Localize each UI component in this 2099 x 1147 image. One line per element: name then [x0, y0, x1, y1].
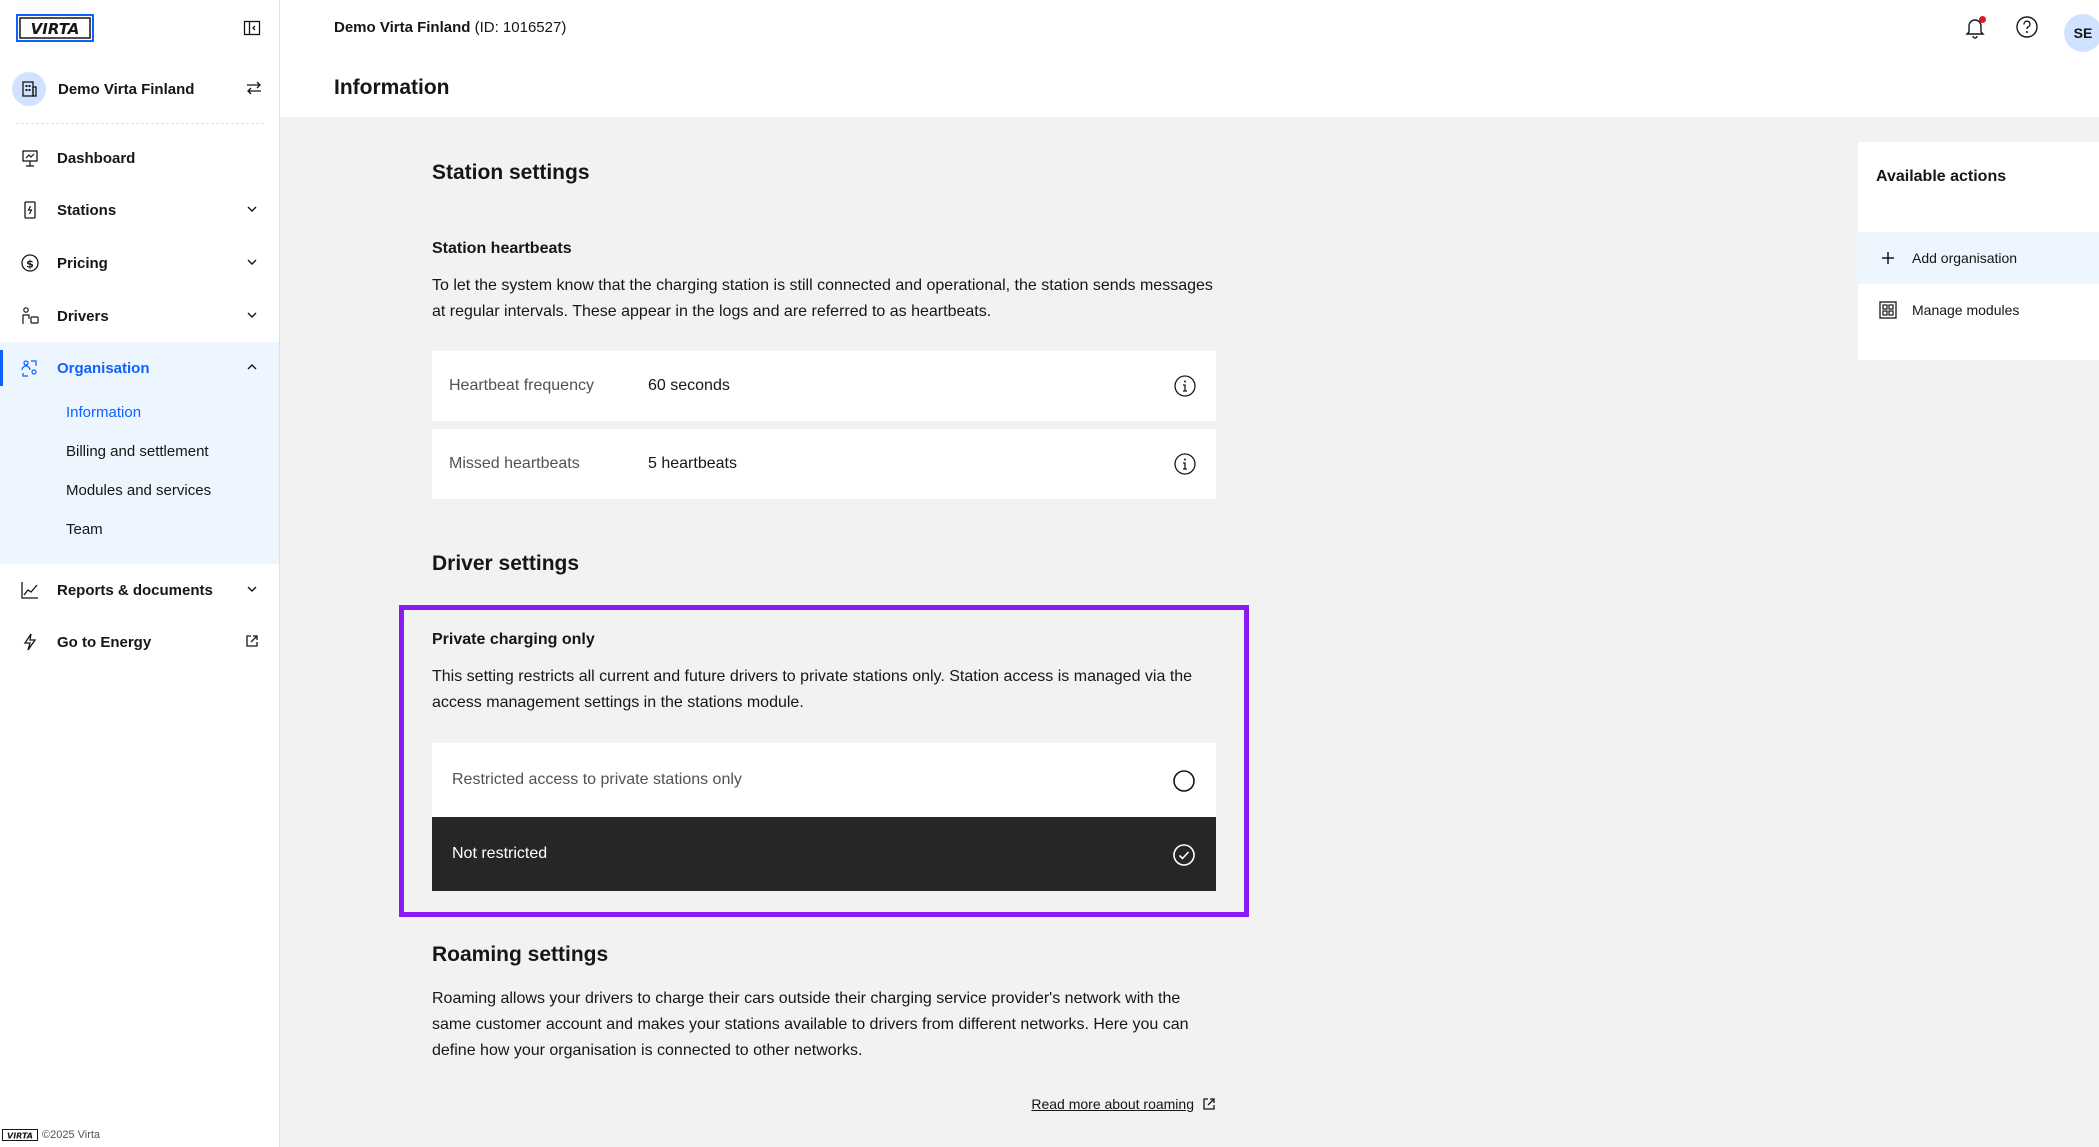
sidebar-subitem-information[interactable]: Information	[66, 404, 141, 421]
sidebar-item-go-to-energy[interactable]: Go to Energy	[0, 616, 279, 668]
sidebar-item-drivers[interactable]: Drivers	[0, 290, 279, 342]
sidebar-item-label: Reports & documents	[57, 581, 213, 599]
sidebar-item-label: Drivers	[57, 307, 109, 325]
info-icon[interactable]	[1174, 375, 1196, 397]
sidebar-item-label: Dashboard	[57, 149, 136, 167]
available-actions-title: Available actions	[1876, 168, 2007, 185]
driver-settings-title: Driver settings	[432, 552, 580, 575]
copyright-text: ©2025 Virta	[42, 1129, 101, 1141]
sidebar-item-dashboard[interactable]: Dashboard	[0, 132, 279, 184]
external-link-icon	[245, 634, 259, 648]
sidebar-item-organisation[interactable]: Organisation	[0, 342, 279, 394]
link-label: Read more about roaming	[1031, 1096, 1194, 1112]
external-link-icon	[1202, 1097, 1216, 1111]
highlight-box	[399, 605, 1249, 917]
header-org-label: Demo Virta Finland (ID: 1016527)	[334, 19, 566, 36]
virta-footer-logo: VIRTA	[2, 1129, 38, 1141]
roaming-description: Roaming allows your drivers to charge th…	[432, 990, 1189, 1059]
user-avatar[interactable]: SE	[2064, 14, 2099, 52]
lightning-icon	[20, 632, 40, 652]
available-actions-panel: Available actions Add organisation Manag…	[1858, 142, 2099, 360]
action-label: Add organisation	[1912, 250, 2018, 266]
chevron-down-icon	[245, 308, 259, 322]
station-heartbeats-title: Station heartbeats	[432, 240, 572, 257]
organisation-section: Organisation Information Billing and set…	[0, 342, 279, 564]
footer-copyright: VIRTA ©2025 Virta	[2, 1129, 100, 1141]
chevron-down-icon	[245, 582, 259, 596]
drivers-icon	[20, 306, 40, 326]
building-icon	[12, 72, 46, 106]
header-org-name: Demo Virta Finland	[334, 19, 471, 36]
chart-icon	[20, 580, 40, 600]
svg-text:VIRTA: VIRTA	[31, 20, 80, 38]
sidebar-item-label: Pricing	[57, 254, 108, 272]
read-more-roaming-link[interactable]: Read more about roaming	[1031, 1096, 1216, 1112]
chevron-down-icon	[245, 255, 259, 269]
sidebar-item-label: Go to Energy	[57, 633, 152, 651]
organisation-icon	[20, 358, 40, 378]
setting-label: Missed heartbeats	[449, 455, 580, 472]
sidebar-subitem-team[interactable]: Team	[66, 521, 103, 538]
sidebar-subitem-modules[interactable]: Modules and services	[66, 482, 211, 499]
add-organisation-button[interactable]: Add organisation	[1858, 232, 2099, 284]
setting-label: Heartbeat frequency	[449, 377, 594, 394]
chevron-up-icon	[245, 360, 259, 374]
sidebar-item-label: Stations	[57, 201, 117, 219]
dollar-icon: $	[20, 253, 40, 273]
sidebar: VIRTA Demo Virta Finland Dashboard Stati…	[0, 0, 280, 1147]
top-header: Demo Virta Finland (ID: 1016527) Informa…	[280, 0, 2099, 117]
svg-text:$: $	[26, 258, 34, 271]
help-icon[interactable]	[2014, 14, 2040, 40]
sidebar-item-pricing[interactable]: $ Pricing	[0, 237, 279, 289]
virta-logo[interactable]: VIRTA	[16, 14, 94, 42]
sidebar-item-label: Organisation	[57, 359, 150, 377]
org-name: Demo Virta Finland	[58, 80, 195, 98]
notification-dot	[1979, 16, 1986, 23]
sidebar-item-reports[interactable]: Reports & documents	[0, 564, 279, 616]
station-settings-title: Station settings	[432, 161, 590, 184]
station-heartbeats-description: To let the system know that the charging…	[432, 277, 1213, 320]
sidebar-item-stations[interactable]: Stations	[0, 184, 279, 236]
info-icon[interactable]	[1174, 453, 1196, 475]
setting-value: 60 seconds	[648, 377, 730, 394]
chevron-down-icon	[245, 202, 259, 216]
station-icon	[20, 200, 40, 220]
action-label: Manage modules	[1912, 302, 2020, 318]
collapse-sidebar-icon[interactable]	[242, 18, 262, 38]
roaming-settings-title: Roaming settings	[432, 943, 609, 966]
manage-modules-button[interactable]: Manage modules	[1858, 284, 2099, 336]
plus-icon	[1878, 248, 1898, 268]
heartbeat-frequency-row: Heartbeat frequency 60 seconds	[432, 351, 1216, 421]
sidebar-subitem-billing[interactable]: Billing and settlement	[66, 443, 209, 460]
missed-heartbeats-row: Missed heartbeats 5 heartbeats	[432, 429, 1216, 499]
setting-value: 5 heartbeats	[648, 455, 737, 472]
page-title: Information	[334, 76, 450, 99]
organisation-switcher[interactable]: Demo Virta Finland	[12, 66, 264, 112]
switch-arrows-icon[interactable]	[244, 78, 264, 98]
sidebar-divider	[16, 123, 264, 124]
notification-bell-icon[interactable]	[1962, 14, 1988, 40]
header-org-id: (ID: 1016527)	[474, 19, 567, 36]
modules-icon	[1878, 300, 1898, 320]
svg-text:VIRTA: VIRTA	[7, 1132, 33, 1141]
dashboard-icon	[20, 148, 40, 168]
